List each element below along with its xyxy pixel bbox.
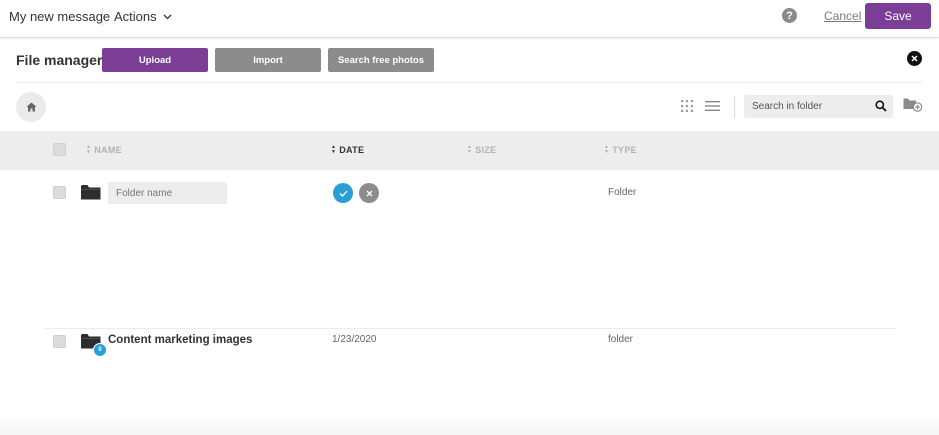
folder-name-input[interactable]	[108, 182, 227, 204]
column-header-size[interactable]: ▲ ▼ SIZE	[467, 144, 496, 156]
search-input[interactable]	[752, 95, 867, 118]
row-divider	[44, 328, 896, 329]
search-free-photos-button[interactable]: Search free photos	[328, 48, 434, 72]
sort-icon: ▲ ▼	[467, 144, 473, 155]
item-count-badge: 0	[93, 343, 107, 357]
x-icon	[366, 190, 372, 196]
cancel-new-folder-button[interactable]	[359, 183, 379, 203]
column-header-name[interactable]: ▲ ▼ NAME	[86, 144, 122, 156]
file-manager-title: File manager	[16, 52, 103, 68]
type-cell: Folder	[608, 187, 637, 198]
upload-button[interactable]: Upload	[102, 48, 208, 72]
column-header-date[interactable]: ▲ ▼ DATE	[331, 144, 364, 156]
confirm-button[interactable]	[333, 183, 353, 203]
select-all-checkbox[interactable]	[53, 143, 66, 156]
folder-name[interactable]: Content marketing images	[108, 334, 252, 346]
search-box	[744, 95, 893, 118]
actions-label: Actions	[114, 9, 157, 24]
top-bar: My new message Actions ? Cancel Save	[0, 0, 939, 38]
sort-icon: ▲ ▼	[331, 144, 337, 155]
row-checkbox[interactable]	[53, 335, 66, 348]
actions-menu[interactable]: Actions	[114, 9, 172, 24]
close-icon[interactable]	[907, 51, 922, 66]
list-view-icon[interactable]	[705, 101, 720, 111]
chevron-down-icon	[163, 14, 172, 19]
message-title: My new message	[9, 9, 111, 24]
help-icon[interactable]: ?	[782, 8, 797, 23]
folder-icon	[81, 185, 101, 200]
home-icon	[26, 102, 36, 112]
search-icon[interactable]	[875, 100, 887, 112]
row-checkbox[interactable]	[53, 186, 66, 199]
type-cell: folder	[608, 334, 634, 345]
cancel-link[interactable]: Cancel	[824, 9, 861, 23]
sort-icon: ▲ ▼	[604, 144, 610, 155]
save-button[interactable]: Save	[865, 3, 931, 29]
grid-view-icon[interactable]	[681, 100, 693, 112]
date-cell: 1/23/2020	[332, 334, 377, 345]
sort-icon: ▲ ▼	[86, 144, 92, 155]
new-folder-icon[interactable]	[903, 97, 923, 112]
check-icon	[339, 190, 347, 197]
divider	[16, 82, 922, 83]
app-root: My new message Actions ? Cancel Save Fil…	[0, 0, 939, 435]
divider	[734, 96, 735, 118]
home-button[interactable]	[16, 92, 46, 122]
divider	[102, 8, 103, 26]
import-button[interactable]: Import	[215, 48, 321, 72]
bottom-shade	[0, 415, 939, 435]
column-header-type[interactable]: ▲ ▼ TYPE	[604, 144, 637, 156]
